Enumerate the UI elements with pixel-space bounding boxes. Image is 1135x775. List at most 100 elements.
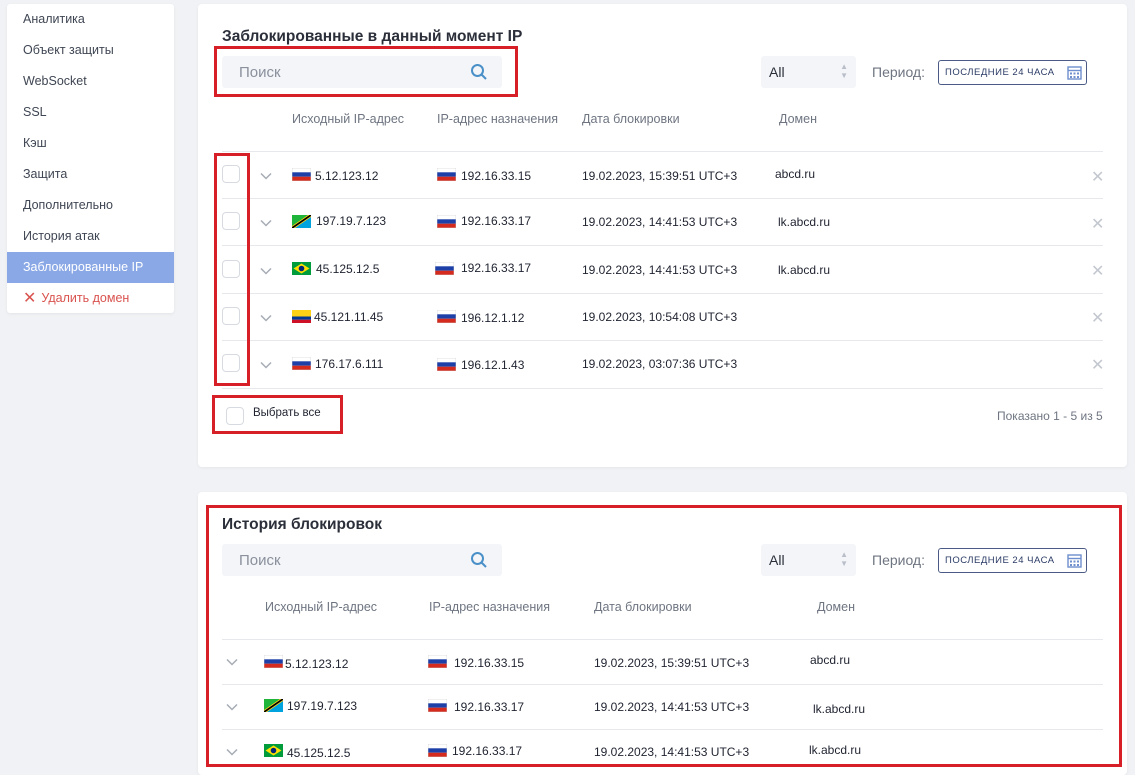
source-ip: 176.17.6.111 <box>315 357 384 371</box>
table-divider <box>222 293 1103 294</box>
flag-ru-icon <box>435 262 454 275</box>
chevron-down-icon[interactable] <box>260 172 272 180</box>
source-ip: 45.121.11.45 <box>314 310 384 324</box>
unblock-icon[interactable]: ✕ <box>1091 358 1104 374</box>
blocked-ips-title: Заблокированные в данный момент IP <box>222 28 523 45</box>
domain: abcd.ru <box>775 167 816 181</box>
row-checkbox[interactable] <box>222 307 240 325</box>
row-checkbox[interactable] <box>222 354 240 372</box>
block-date: 19.02.2023, 15:39:51 UTC+3 <box>594 656 750 670</box>
destination-ip: 196.12.1.12 <box>461 311 525 325</box>
sidebar-item-cache[interactable]: Кэш <box>7 128 174 159</box>
row-checkbox[interactable] <box>222 165 240 183</box>
block-date: 19.02.2023, 15:39:51 UTC+3 <box>582 169 738 183</box>
block-date: 19.02.2023, 03:07:36 UTC+3 <box>582 357 738 371</box>
filter-value: All <box>769 64 785 80</box>
flag-ru-icon <box>437 358 456 371</box>
period-button[interactable]: ПОСЛЕДНИЕ 24 ЧАСА <box>938 60 1087 85</box>
destination-ip: 192.16.33.17 <box>461 261 532 275</box>
period-label: Период: <box>872 64 925 80</box>
flag-ru-icon <box>292 168 311 181</box>
flag-ru-icon <box>437 310 456 323</box>
destination-ip: 192.16.33.17 <box>452 744 523 758</box>
block-history-card: История блокировок Поиск All ▲ ▼ Период: … <box>198 492 1127 775</box>
sidebar: Аналитика Объект защиты WebSocket SSL Кэ… <box>7 4 174 313</box>
chevron-down-icon[interactable] <box>260 314 272 322</box>
filter-value: All <box>769 552 785 568</box>
column-header-block-date: Дата блокировки <box>594 600 692 614</box>
source-ip: 45.125.12.5 <box>316 262 380 276</box>
destination-ip: 192.16.33.17 <box>461 214 532 228</box>
flag-ru-icon <box>292 357 311 370</box>
sidebar-item-ssl[interactable]: SSL <box>7 97 174 128</box>
chevron-down-icon[interactable] <box>226 703 238 711</box>
flag-ru-icon <box>437 168 456 181</box>
row-checkbox[interactable] <box>222 260 240 278</box>
chevron-down-icon[interactable] <box>260 219 272 227</box>
table-divider <box>222 198 1103 199</box>
domain: lk.abcd.ru <box>813 702 866 716</box>
chevron-down-icon[interactable] <box>226 748 238 756</box>
table-divider <box>222 340 1103 341</box>
column-header-destination-ip: IP-адрес назначения <box>437 112 558 126</box>
history-search-input[interactable]: Поиск <box>222 544 502 576</box>
search-icon[interactable] <box>470 551 488 569</box>
column-header-destination-ip: IP-адрес назначения <box>429 600 550 614</box>
blocked-filter-select[interactable]: All ▲ ▼ <box>761 56 856 88</box>
search-icon[interactable] <box>470 63 488 81</box>
blocked-ips-card: Заблокированные в данный момент IP Поиск… <box>198 4 1127 467</box>
destination-ip: 192.16.33.15 <box>454 656 525 670</box>
flag-br-icon <box>264 744 283 757</box>
flag-br-icon <box>292 262 311 275</box>
flag-ru-icon <box>428 744 447 757</box>
source-ip: 5.12.123.12 <box>285 657 349 671</box>
sidebar-item-blocked-ip[interactable]: Заблокированные IP <box>7 252 174 283</box>
flag-ru-icon <box>428 655 447 668</box>
period-button[interactable]: ПОСЛЕДНИЕ 24 ЧАСА <box>938 548 1087 573</box>
calendar-icon <box>1067 554 1082 568</box>
domain: lk.abcd.ru <box>778 215 831 229</box>
sidebar-item-analytics[interactable]: Аналитика <box>7 4 174 35</box>
period-value: ПОСЛЕДНИЕ 24 ЧАСА <box>945 67 1055 78</box>
close-icon: ✕ <box>23 289 37 307</box>
unblock-icon[interactable]: ✕ <box>1091 264 1104 280</box>
source-ip: 45.125.12.5 <box>287 746 351 760</box>
sidebar-item-protected-object[interactable]: Объект защиты <box>7 35 174 66</box>
pagination-info: Показано 1 - 5 из 5 <box>997 409 1103 423</box>
search-placeholder: Поиск <box>239 552 281 569</box>
sidebar-item-attack-history[interactable]: История атак <box>7 221 174 252</box>
row-checkbox[interactable] <box>222 212 240 230</box>
chevron-down-icon[interactable] <box>260 267 272 275</box>
domain: lk.abcd.ru <box>778 263 831 277</box>
flag-tz-icon <box>264 699 283 712</box>
unblock-icon[interactable]: ✕ <box>1091 170 1104 186</box>
source-ip: 197.19.7.123 <box>316 214 387 228</box>
chevron-down-icon[interactable] <box>226 658 238 666</box>
destination-ip: 192.16.33.15 <box>461 169 532 183</box>
sidebar-item-protection[interactable]: Защита <box>7 159 174 190</box>
blocked-search-input[interactable]: Поиск <box>222 56 502 88</box>
table-divider <box>222 639 1103 640</box>
column-header-domain: Домен <box>779 112 818 126</box>
source-ip: 5.12.123.12 <box>315 169 379 183</box>
search-placeholder: Поиск <box>239 64 281 81</box>
chevron-down-icon[interactable] <box>260 361 272 369</box>
delete-domain-button[interactable]: ✕ Удалить домен <box>7 283 174 314</box>
sidebar-item-additional[interactable]: Дополнительно <box>7 190 174 221</box>
destination-ip: 196.12.1.43 <box>461 358 525 372</box>
select-all-checkbox[interactable] <box>226 407 244 425</box>
column-header-domain: Домен <box>817 600 856 614</box>
table-divider <box>222 684 1103 685</box>
sidebar-item-websocket[interactable]: WebSocket <box>7 66 174 97</box>
unblock-icon[interactable]: ✕ <box>1091 311 1104 327</box>
flag-ru-icon <box>428 699 447 712</box>
select-all-label[interactable]: Выбрать все <box>253 407 321 419</box>
table-divider <box>222 151 1103 152</box>
history-filter-select[interactable]: All ▲ ▼ <box>761 544 856 576</box>
column-header-source-ip: Исходный IP-адрес <box>265 600 378 614</box>
period-value: ПОСЛЕДНИЕ 24 ЧАСА <box>945 555 1055 566</box>
period-label: Период: <box>872 552 925 568</box>
domain: lk.abcd.ru <box>809 743 862 757</box>
unblock-icon[interactable]: ✕ <box>1091 217 1104 233</box>
flag-ru-icon <box>437 215 456 228</box>
